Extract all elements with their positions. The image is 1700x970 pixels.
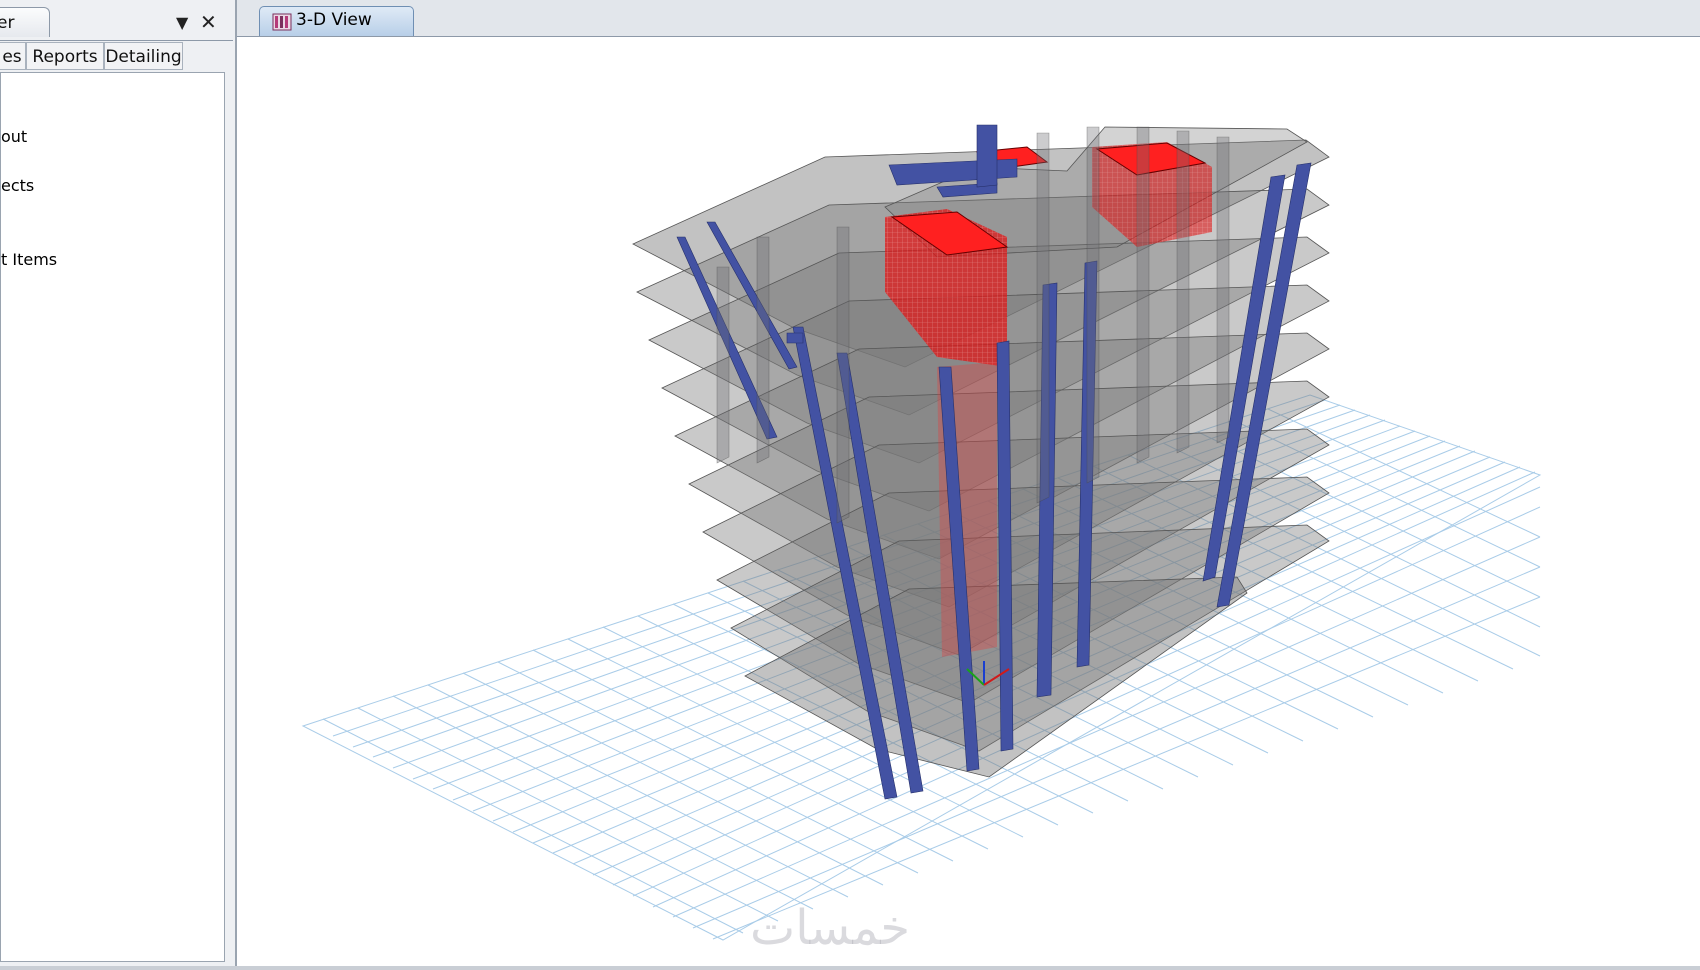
close-icon[interactable]: ✕ bbox=[200, 10, 217, 34]
tree-item-objects[interactable]: ects bbox=[1, 176, 34, 195]
status-bar bbox=[0, 966, 1700, 970]
tree-item-layout[interactable]: out bbox=[1, 127, 27, 146]
tab-label: 3-D View bbox=[296, 10, 372, 30]
document-area: 3-D View bbox=[237, 0, 1700, 970]
header-divider bbox=[0, 40, 233, 41]
3d-viewport[interactable] bbox=[237, 37, 1700, 966]
model-explorer-panel: er ▼ ✕ es Reports Detailing out ects t I… bbox=[0, 0, 235, 970]
panel-title-tab[interactable]: er bbox=[0, 7, 50, 37]
tab-tables[interactable]: es bbox=[0, 42, 26, 70]
tab-3d-view[interactable]: 3-D View bbox=[259, 6, 414, 36]
dropdown-icon[interactable]: ▼ bbox=[176, 11, 188, 35]
explorer-tabs: es Reports Detailing bbox=[0, 42, 235, 72]
document-tabbar: 3-D View bbox=[237, 0, 1700, 37]
building-model-view bbox=[301, 124, 1542, 941]
tab-reports[interactable]: Reports bbox=[26, 42, 104, 70]
tab-detailing[interactable]: Detailing bbox=[104, 42, 183, 70]
building-icon bbox=[272, 13, 292, 31]
panel-header: er ▼ ✕ bbox=[0, 4, 233, 41]
tree-item-items[interactable]: t Items bbox=[1, 250, 57, 269]
watermark: خمسات bbox=[750, 900, 911, 956]
explorer-tree: out ects t Items bbox=[0, 72, 225, 962]
